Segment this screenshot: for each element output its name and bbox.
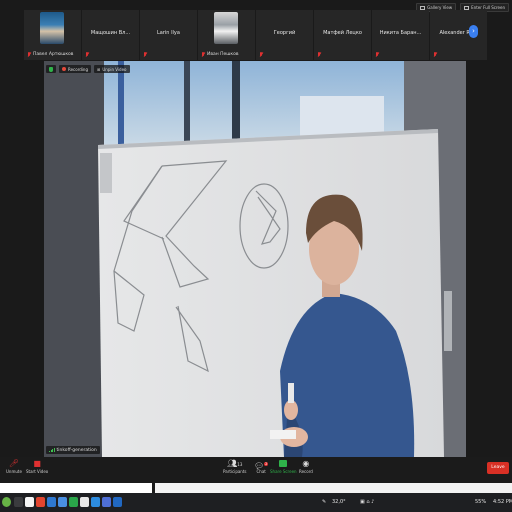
app-icon[interactable] <box>36 497 45 507</box>
zoom-window: Gallery View Enter Full Screen Павел Арт… <box>0 0 512 512</box>
blank-panel <box>0 483 152 493</box>
mic-muted-icon <box>259 52 263 57</box>
app-icon[interactable] <box>80 497 89 507</box>
share-screen-button[interactable]: Share Screen <box>270 459 297 474</box>
participant-tile[interactable]: Георгий <box>256 10 313 60</box>
participant-name: Павел Артюшков <box>33 52 74 57</box>
participant-name: Иван Пешков <box>207 52 239 57</box>
participant-name: Никита Баран... <box>379 30 422 36</box>
participant-video-thumbnail <box>40 12 64 44</box>
record-button[interactable]: ◉ Record <box>299 459 313 474</box>
participant-name: Мащошин Вл... <box>90 30 131 36</box>
overlay-band <box>0 481 512 493</box>
mic-off-icon: 🎤︎ <box>8 459 20 468</box>
participant-tile[interactable]: Павел Артюшков <box>24 10 81 60</box>
participant-strip: Павел Артюшков Мащошин Вл... Larin Ilya … <box>24 10 487 60</box>
clock-label: 4:52 PM <box>493 499 512 505</box>
zoom-app-icon[interactable] <box>91 497 100 507</box>
start-menu-icon[interactable] <box>2 497 11 507</box>
share-screen-icon <box>279 460 288 467</box>
speaker-name: tinkoff-generation <box>56 447 97 453</box>
start-video-button[interactable]: ■ Start Video <box>26 459 48 474</box>
start-video-label: Start Video <box>26 469 49 474</box>
recording-label: Recording <box>68 66 89 72</box>
participant-tile[interactable]: Мащошин Вл... <box>82 10 139 60</box>
unpin-video-button[interactable]: ⊞ Unpin Video <box>94 65 130 73</box>
unpin-label: Unpin Video <box>102 66 127 72</box>
app-icon[interactable] <box>58 497 67 507</box>
battery-label: 55% <box>475 499 487 505</box>
mic-muted-icon <box>317 52 321 57</box>
participant-tile[interactable]: Иван Пешков <box>198 10 255 60</box>
grid-icon <box>420 5 426 10</box>
mic-muted-icon <box>375 52 379 57</box>
app-icon[interactable] <box>14 497 23 507</box>
share-screen-label: Share Screen <box>270 469 297 474</box>
expand-icon <box>464 5 470 10</box>
mic-muted-icon <box>433 52 437 57</box>
temperature-label: 32,0° <box>332 499 346 505</box>
unmute-button[interactable]: 🎤︎ Unmute <box>6 459 22 474</box>
camera-off-icon: ■ <box>33 459 41 468</box>
chat-icon: 💬︎2 <box>254 461 269 471</box>
app-icon[interactable] <box>102 497 111 507</box>
mic-muted-icon <box>201 52 205 57</box>
participant-name: Larin Ilya <box>157 30 180 36</box>
tray-icons[interactable]: ▣ ⌂ ♪ <box>360 497 374 507</box>
participant-name: Георгий <box>273 30 296 36</box>
pin-icon: ⊞ <box>97 66 101 72</box>
participant-name: Матфей Лецко <box>323 30 362 36</box>
speaker-name-label: tinkoff-generation <box>46 446 100 454</box>
meeting-toolbar: 🎤︎ Unmute ■ Start Video 👥︎13 Participant… <box>0 457 512 481</box>
participant-tile[interactable]: Larin Ilya <box>140 10 197 60</box>
app-icon[interactable] <box>113 497 122 507</box>
os-taskbar: ✎ 32,0° ▣ ⌂ ♪ 55% 4:52 PM <box>0 493 512 512</box>
participant-video-thumbnail <box>214 12 238 44</box>
record-label: Record <box>299 469 313 474</box>
participant-tile[interactable]: Матфей Лецко <box>314 10 371 60</box>
active-speaker-video: Recording ⊞ Unpin Video tinkoff-generatio… <box>44 61 466 457</box>
unmute-label: Unmute <box>6 469 22 474</box>
security-badge[interactable] <box>46 65 56 73</box>
participants-button[interactable]: 👥︎13 Participants <box>223 459 247 474</box>
participant-name: Alexander Ra... <box>439 30 478 36</box>
chat-badge: 2 <box>264 462 269 466</box>
blank-panel <box>155 483 512 493</box>
mic-muted-icon <box>27 52 31 57</box>
participants-count: 13 <box>237 462 243 467</box>
leave-button[interactable]: Leave <box>487 462 509 474</box>
participants-label: Participants <box>223 469 247 474</box>
chat-label: Chat <box>256 469 266 474</box>
shield-icon <box>49 66 53 72</box>
chat-button[interactable]: 💬︎2 Chat <box>254 459 269 474</box>
participants-icon: 👥︎13 <box>227 459 243 468</box>
files-icon[interactable] <box>25 497 34 507</box>
video-frame-illustration <box>44 61 466 457</box>
recording-badges: Recording ⊞ Unpin Video <box>46 65 130 73</box>
participant-tile[interactable]: Alexander Ra... <box>430 10 487 60</box>
mic-muted-icon <box>143 52 147 57</box>
signal-icon <box>49 448 55 452</box>
app-icon[interactable] <box>69 497 78 507</box>
browser-icon[interactable] <box>47 497 56 507</box>
participant-tile[interactable]: Никита Баран... <box>372 10 429 60</box>
record-icon: ◉ <box>302 459 310 468</box>
mic-muted-icon <box>85 52 89 57</box>
pen-icon[interactable]: ✎ <box>322 497 326 507</box>
next-page-arrow[interactable]: › <box>469 25 478 38</box>
recording-indicator: Recording <box>59 65 92 73</box>
record-dot-icon <box>62 67 66 71</box>
